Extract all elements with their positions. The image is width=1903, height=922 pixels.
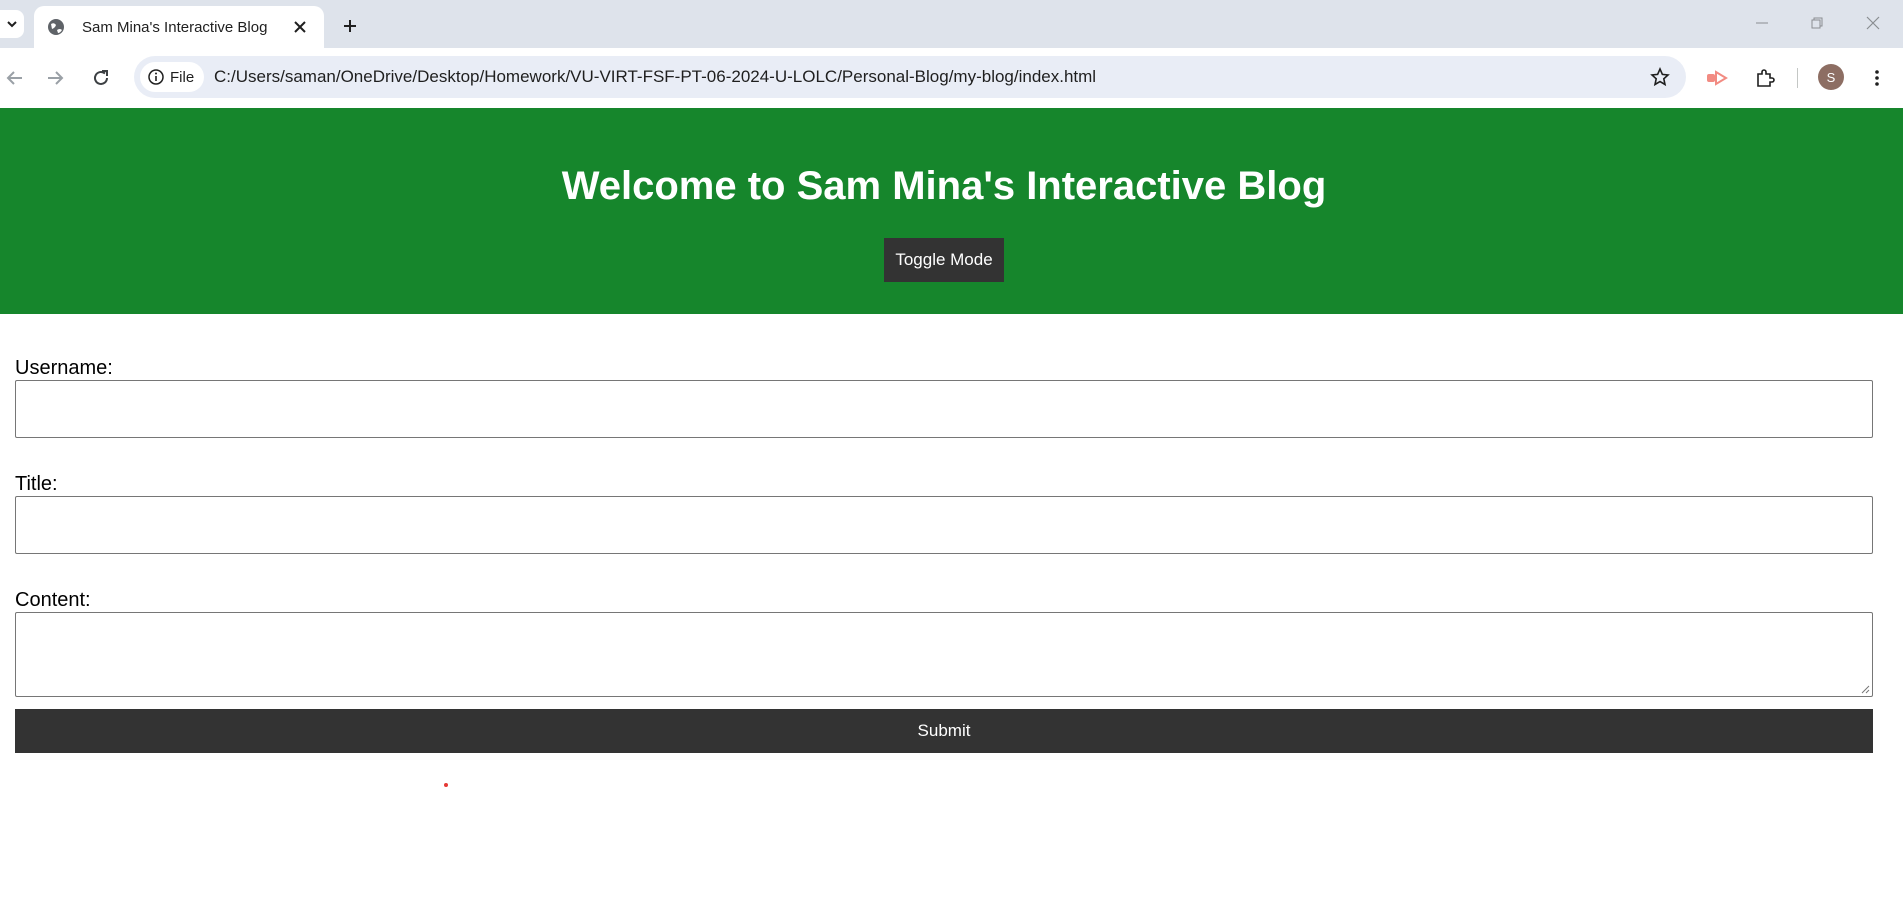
toggle-mode-button[interactable]: Toggle Mode (884, 238, 1004, 282)
address-bar[interactable]: File C:/Users/saman/OneDrive/Desktop/Hom… (134, 56, 1686, 98)
extension-action-icon (1707, 70, 1728, 86)
blog-header: Welcome to Sam Mina's Interactive Blog T… (0, 108, 1903, 314)
restore-icon (1811, 17, 1823, 29)
page-viewport: Welcome to Sam Mina's Interactive Blog T… (0, 108, 1903, 922)
arrow-right-icon (48, 71, 64, 85)
url-text: C:/Users/saman/OneDrive/Desktop/Homework… (214, 67, 1097, 86)
username-label: Username: (15, 357, 113, 379)
reload-icon (94, 70, 108, 85)
globe-icon (46, 17, 66, 37)
tab-title: Sam Mina's Interactive Blog (82, 18, 268, 36)
close-window-button[interactable] (1853, 8, 1893, 38)
browser-toolbar: File C:/Users/saman/OneDrive/Desktop/Hom… (0, 48, 1903, 108)
restore-button[interactable] (1797, 8, 1837, 38)
title-label: Title: (15, 473, 58, 495)
minimize-icon (1756, 22, 1768, 24)
info-icon (148, 69, 164, 85)
plus-icon (344, 20, 356, 32)
minimize-button[interactable] (1742, 8, 1782, 38)
browser-menu-button[interactable] (1862, 63, 1892, 93)
extensions-button[interactable] (1750, 63, 1780, 93)
back-button[interactable] (0, 63, 30, 93)
arrow-left-icon (6, 71, 22, 85)
close-tab-button[interactable] (288, 15, 312, 39)
puzzle-icon (1757, 69, 1775, 87)
close-icon (294, 21, 306, 33)
resize-grip-icon[interactable] (1860, 684, 1870, 694)
profile-avatar[interactable]: S (1818, 64, 1844, 90)
close-icon (1866, 16, 1880, 30)
star-icon (1650, 67, 1670, 87)
bookmark-star-button[interactable] (1648, 65, 1672, 89)
reload-button[interactable] (86, 63, 116, 93)
tab-search-button[interactable] (0, 10, 24, 38)
blog-post-form: Username: Title: Content: Submit (15, 356, 1873, 753)
submit-button[interactable]: Submit (15, 709, 1873, 753)
content-label: Content: (15, 589, 91, 611)
new-tab-button[interactable] (336, 12, 364, 40)
page-title: Welcome to Sam Mina's Interactive Blog (561, 164, 1327, 208)
username-input[interactable] (15, 380, 1873, 438)
chevron-down-icon (7, 21, 17, 28)
cast-extension-button[interactable] (1702, 63, 1732, 93)
site-info-chip[interactable]: File (140, 62, 205, 92)
toolbar-divider (1797, 68, 1798, 88)
cursor-dot (444, 783, 448, 787)
content-textarea[interactable] (15, 612, 1873, 697)
forward-button[interactable] (40, 63, 70, 93)
site-info-label: File (170, 68, 195, 86)
tab-strip: Sam Mina's Interactive Blog (0, 0, 1903, 48)
browser-tab-active[interactable]: Sam Mina's Interactive Blog (34, 6, 324, 48)
title-input[interactable] (15, 496, 1873, 554)
kebab-menu-icon (1875, 70, 1879, 86)
